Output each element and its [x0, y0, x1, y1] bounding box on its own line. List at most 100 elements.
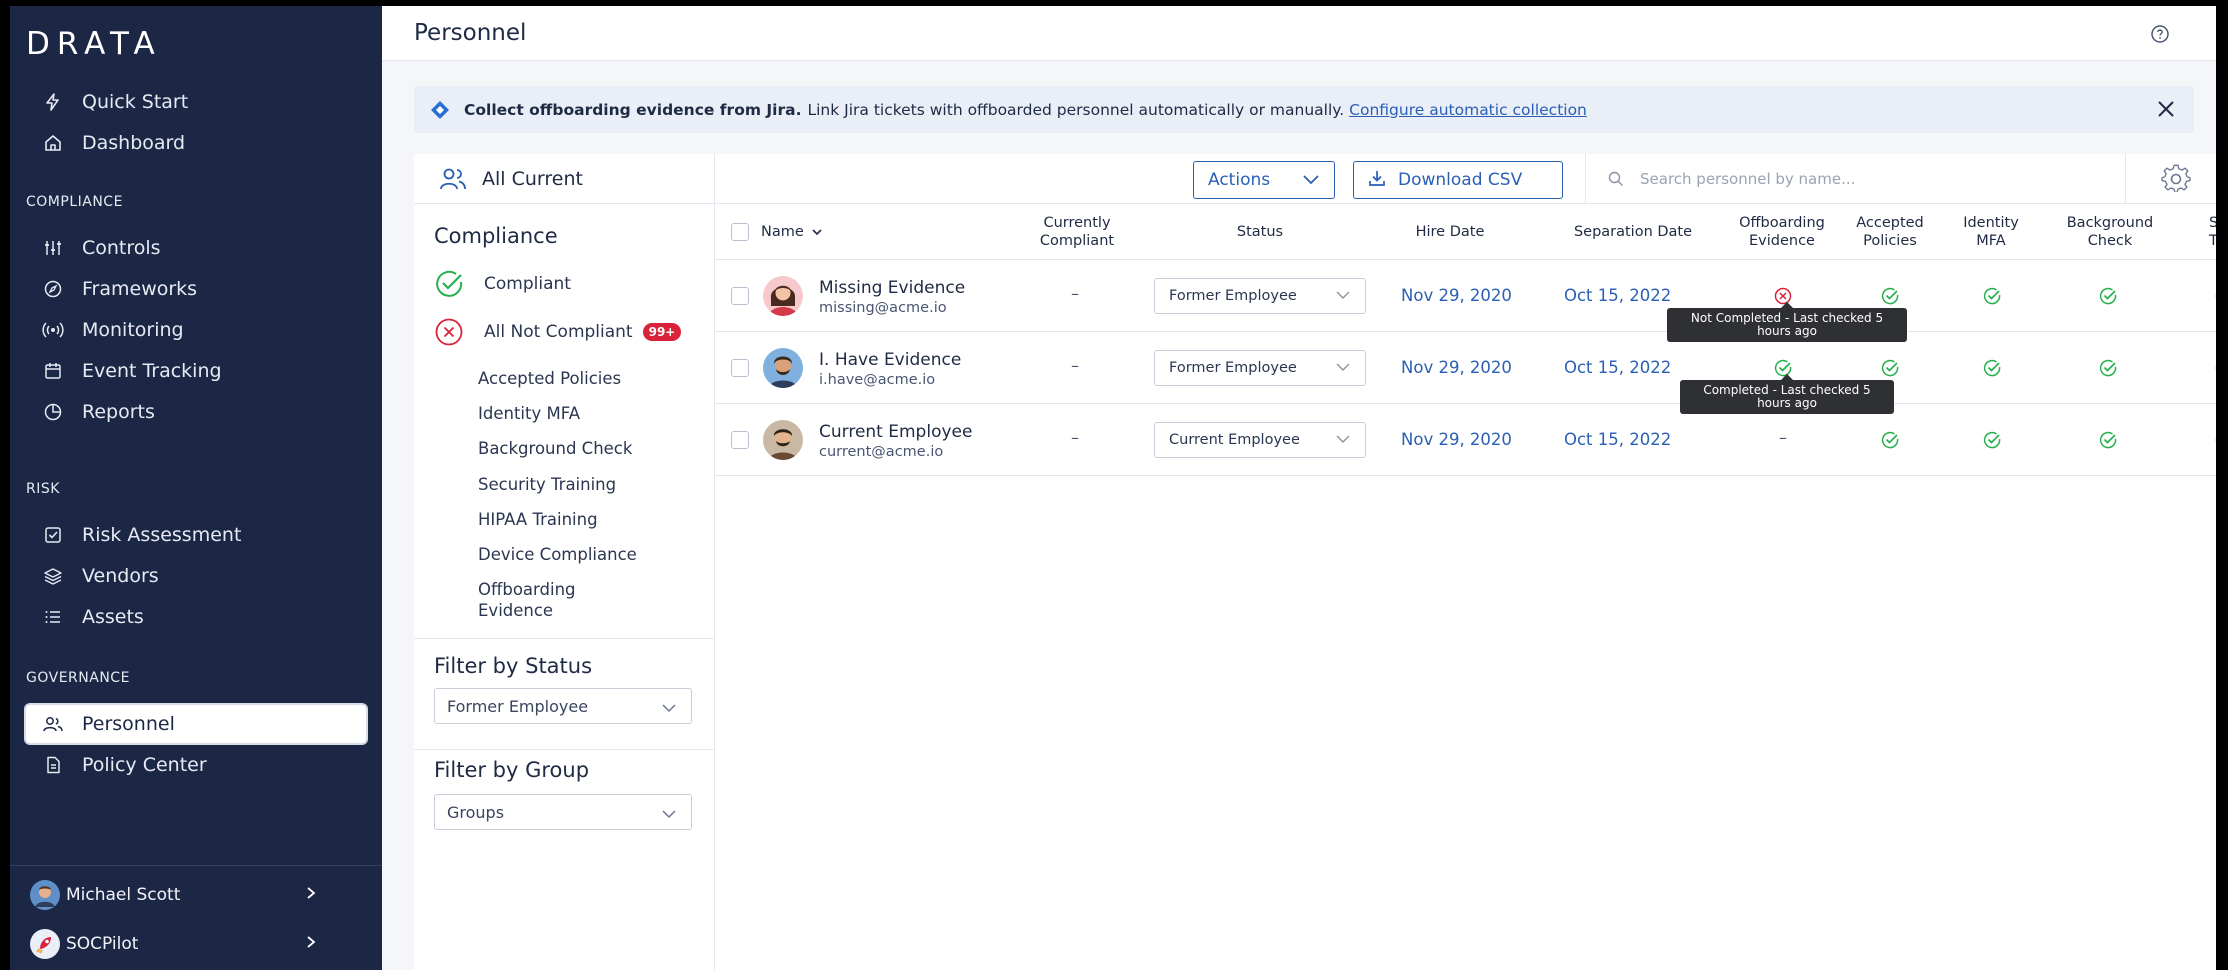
- sidebar-item-vendors[interactable]: Vendors: [26, 557, 366, 595]
- tooltip-not-completed: Not Completed - Last checked 5 hours ago: [1667, 302, 1907, 342]
- row-checkbox[interactable]: [731, 431, 749, 449]
- rocket-avatar-icon: [30, 929, 60, 959]
- download-csv-button[interactable]: Download CSV: [1353, 161, 1563, 199]
- user-name: Michael Scott: [66, 885, 181, 905]
- actions-button[interactable]: Actions: [1193, 161, 1335, 199]
- select-all-checkbox[interactable]: [731, 223, 749, 241]
- sidebar-item-controls[interactable]: Controls: [26, 229, 366, 267]
- column-header-hire-date[interactable]: Hire Date: [1395, 223, 1505, 241]
- checkbox-icon: [42, 524, 64, 546]
- header-line: Evidence: [1749, 233, 1815, 249]
- filter-offboarding-evidence[interactable]: Offboarding Evidence: [478, 579, 608, 621]
- person-email: missing@acme.io: [819, 300, 947, 316]
- status-filter-select[interactable]: Former Employee: [434, 688, 692, 724]
- check-circle-icon: [1983, 287, 2001, 305]
- table-settings-button[interactable]: [2125, 154, 2216, 204]
- status-value: Former Employee: [1169, 360, 1297, 376]
- header-line: Policies: [1863, 233, 1917, 249]
- status-select[interactable]: Former Employee: [1154, 278, 1366, 314]
- filter-security-training[interactable]: Security Training: [478, 474, 616, 495]
- user-menu[interactable]: Michael Scott: [30, 877, 360, 913]
- sidebar-item-label: Policy Center: [82, 754, 207, 776]
- banner-text: Link Jira tickets with offboarded person…: [807, 100, 1345, 119]
- column-header-background-check[interactable]: Background Check: [2055, 214, 2165, 250]
- check-circle-icon: [434, 269, 464, 299]
- person-email: current@acme.io: [819, 444, 944, 460]
- table-row[interactable]: Missing Evidence missing@acme.io – Forme…: [715, 260, 2216, 332]
- page-title: Personnel: [414, 20, 527, 46]
- check-circle-icon: [1881, 359, 1899, 377]
- filter-accepted-policies[interactable]: Accepted Policies: [478, 368, 621, 389]
- compass-icon: [42, 278, 64, 300]
- sidebar-item-policy-center[interactable]: Policy Center: [26, 746, 366, 784]
- column-header-separation-date[interactable]: Separation Date: [1563, 223, 1703, 241]
- column-header-accepted-policies[interactable]: Accepted Policies: [1845, 214, 1935, 250]
- sidebar-item-label: Dashboard: [82, 132, 186, 154]
- person-name[interactable]: I. Have Evidence: [819, 350, 961, 370]
- sidebar-item-personnel[interactable]: Personnel: [26, 705, 366, 743]
- sidebar-item-assets[interactable]: Assets: [26, 598, 366, 636]
- chevron-down-icon: [1335, 361, 1351, 377]
- list-icon: [42, 606, 64, 628]
- status-select[interactable]: Current Employee: [1154, 422, 1366, 458]
- sidebar-item-event-tracking[interactable]: Event Tracking: [26, 352, 366, 390]
- search-input[interactable]: Search personnel by name...: [1585, 154, 2125, 204]
- sidebar-item-label: Vendors: [82, 565, 159, 587]
- compliant-value: –: [1071, 284, 1079, 303]
- top-bar: Personnel: [382, 6, 2216, 61]
- group-filter-select[interactable]: Groups: [434, 794, 692, 830]
- status-value: Former Employee: [1169, 288, 1297, 304]
- help-icon[interactable]: [2150, 24, 2170, 48]
- column-header-status[interactable]: Status: [1205, 223, 1315, 241]
- configure-collection-link[interactable]: Configure automatic collection: [1349, 101, 1587, 119]
- row-checkbox[interactable]: [731, 287, 749, 305]
- bolt-icon: [42, 91, 64, 113]
- sidebar-item-label: Risk Assessment: [82, 524, 242, 546]
- sidebar-item-reports[interactable]: Reports: [26, 393, 366, 431]
- row-checkbox[interactable]: [731, 359, 749, 377]
- sidebar-item-dashboard[interactable]: Dashboard: [26, 124, 366, 162]
- header-line: Offboarding: [1739, 215, 1825, 231]
- sidebar-divider: [10, 865, 382, 866]
- status-select[interactable]: Former Employee: [1154, 350, 1366, 386]
- sidebar-item-label: Event Tracking: [82, 360, 222, 382]
- all-current-label: All Current: [482, 167, 583, 190]
- drata-logo[interactable]: DRATA: [26, 26, 162, 62]
- separation-date: Oct 15, 2022: [1564, 358, 1672, 377]
- sidebar-item-quick-start[interactable]: Quick Start: [26, 83, 366, 121]
- jira-banner: Collect offboarding evidence from Jira. …: [414, 86, 2194, 133]
- sidebar-item-label: Personnel: [82, 713, 175, 735]
- column-header-identity-mfa[interactable]: Identity MFA: [1951, 214, 2031, 250]
- broadcast-icon: [42, 319, 64, 341]
- download-csv-label: Download CSV: [1398, 170, 1523, 190]
- column-header-currently-compliant[interactable]: Currently Compliant: [1027, 214, 1127, 250]
- check-circle-icon: [1881, 287, 1899, 305]
- close-icon[interactable]: [2156, 99, 2176, 123]
- sidebar-item-risk-assessment[interactable]: Risk Assessment: [26, 516, 366, 554]
- column-header-offboarding-evidence[interactable]: Offboarding Evidence: [1727, 214, 1837, 250]
- pie-chart-icon: [42, 401, 64, 423]
- not-compliant-filter[interactable]: All Not Compliant 99+: [434, 317, 682, 347]
- person-name[interactable]: Current Employee: [819, 422, 972, 442]
- filter-hipaa-training[interactable]: HIPAA Training: [478, 509, 598, 530]
- filter-background-check[interactable]: Background Check: [478, 438, 632, 459]
- filter-status-title: Filter by Status: [434, 654, 593, 678]
- person-name[interactable]: Missing Evidence: [819, 278, 965, 298]
- avatar: [763, 420, 803, 460]
- column-header-name[interactable]: Name: [761, 223, 822, 241]
- chevron-down-icon: [661, 699, 677, 718]
- sidebar-item-monitoring[interactable]: Monitoring: [26, 311, 366, 349]
- table-row[interactable]: I. Have Evidence i.have@acme.io – Former…: [715, 332, 2216, 404]
- filter-device-compliance[interactable]: Device Compliance: [478, 544, 637, 565]
- compliant-filter[interactable]: Compliant: [434, 269, 571, 299]
- sidebar-item-frameworks[interactable]: Frameworks: [26, 270, 366, 308]
- all-current-filter[interactable]: All Current: [414, 154, 714, 204]
- column-header-security-training[interactable]: Se Tr: [2209, 214, 2216, 250]
- tooltip-completed: Completed - Last checked 5 hours ago: [1680, 374, 1894, 414]
- header-line: Compliant: [1039, 233, 1115, 249]
- table-row[interactable]: Current Employee current@acme.io – Curre…: [715, 404, 2216, 476]
- org-menu[interactable]: SOCPilot: [30, 926, 360, 962]
- filter-identity-mfa[interactable]: Identity MFA: [478, 403, 580, 424]
- offboarding-value: –: [1779, 428, 1787, 447]
- section-label-risk: RISK: [26, 481, 60, 497]
